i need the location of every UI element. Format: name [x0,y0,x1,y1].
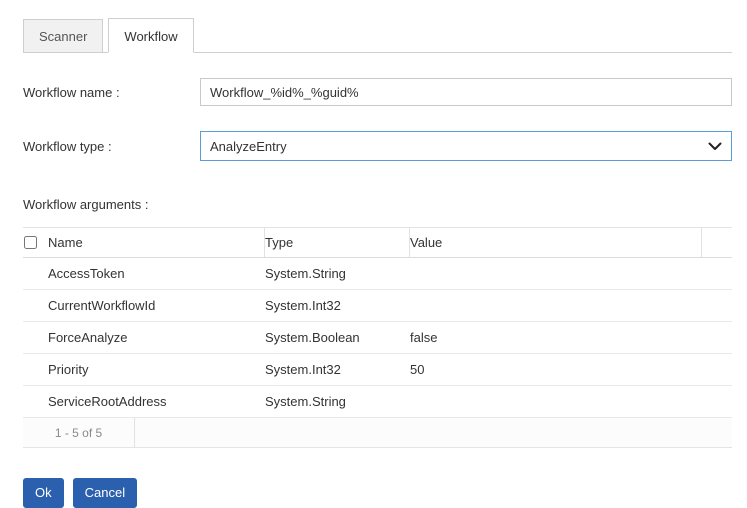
table-row[interactable]: ForceAnalyze System.Boolean false [23,322,732,354]
cell-name: Priority [48,362,265,377]
cell-value[interactable]: false [410,330,702,345]
chevron-down-icon [708,142,722,151]
select-all-checkbox[interactable] [24,236,37,249]
action-buttons: Ok Cancel [23,478,732,508]
select-all-cell [23,228,48,257]
cell-value[interactable]: 50 [410,362,702,377]
workflow-type-selected-value: AnalyzeEntry [210,139,287,154]
workflow-settings-panel: Scanner Workflow Workflow name : Workflo… [0,0,747,508]
cell-type: System.Int32 [265,362,410,377]
arguments-table: Name Type Value AccessToken System.Strin… [23,227,732,448]
tab-workflow[interactable]: Workflow [108,18,193,53]
column-header-type[interactable]: Type [265,228,410,257]
tab-workflow-label: Workflow [124,29,177,44]
workflow-name-label: Workflow name : [23,85,200,100]
cancel-button[interactable]: Cancel [73,478,137,508]
workflow-name-input[interactable] [200,78,732,106]
column-header-name[interactable]: Name [48,228,265,257]
pagination-count: 1 - 5 of 5 [23,418,135,447]
workflow-type-label: Workflow type : [23,139,200,154]
arguments-table-header: Name Type Value [23,228,732,258]
table-row[interactable]: AccessToken System.String [23,258,732,290]
workflow-type-select[interactable]: AnalyzeEntry [200,131,732,161]
column-header-spacer [702,228,732,257]
workflow-arguments-label: Workflow arguments : [23,197,732,212]
cell-type: System.Int32 [265,298,410,313]
cell-type: System.Boolean [265,330,410,345]
column-header-value[interactable]: Value [410,228,702,257]
workflow-type-row: Workflow type : AnalyzeEntry [23,131,732,161]
table-row[interactable]: ServiceRootAddress System.String [23,386,732,418]
cell-name: AccessToken [48,266,265,281]
tab-scanner-label: Scanner [39,29,87,44]
table-footer: 1 - 5 of 5 [23,418,732,448]
cell-type: System.String [265,394,410,409]
ok-button[interactable]: Ok [23,478,64,508]
workflow-name-row: Workflow name : [23,78,732,106]
table-row[interactable]: Priority System.Int32 50 [23,354,732,386]
cell-name: ServiceRootAddress [48,394,265,409]
cell-name: CurrentWorkflowId [48,298,265,313]
cell-type: System.String [265,266,410,281]
tab-scanner[interactable]: Scanner [23,19,103,52]
table-row[interactable]: CurrentWorkflowId System.Int32 [23,290,732,322]
cell-name: ForceAnalyze [48,330,265,345]
tab-bar: Scanner Workflow [23,18,732,53]
